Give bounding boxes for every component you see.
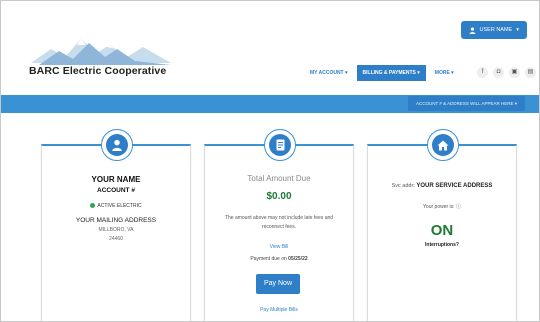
account-card-icon-circle [101, 129, 133, 161]
mailing-zip: 24460 [109, 236, 123, 242]
service-card: Svc addr: YOUR SERVICE ADDRESS Your powe… [367, 129, 517, 321]
nav-more[interactable]: MORE ▾ [432, 65, 457, 81]
nav-billing-label: BILLING & PAYMENTS [362, 70, 416, 76]
nav-my-account[interactable]: MY ACCOUNT ▾ [307, 65, 351, 81]
home-icon [437, 140, 449, 150]
status-dot-icon [90, 203, 96, 209]
service-address-value: YOUR SERVICE ADDRESS [416, 183, 493, 189]
main-nav: MY ACCOUNT ▾ BILLING & PAYMENTS ▾ MORE ▾ [307, 65, 457, 81]
power-status-label: Your power is: ⓘ [368, 203, 516, 210]
bill-icon [276, 139, 284, 151]
youtube-icon[interactable]: ▣ [509, 67, 520, 78]
service-address: Svc addr: YOUR SERVICE ADDRESS [368, 183, 516, 189]
amount-value: $0.00 [266, 191, 292, 202]
interruptions-link[interactable]: Interruptions? [368, 242, 516, 248]
account-selector[interactable]: ACCOUNT # & ADDRESS WILL APPEAR HERE ▾ [407, 96, 525, 111]
amount-due-card: Total Amount Due $0.00 The amount above … [204, 129, 354, 321]
site-header: BARC Electric Cooperative USER NAME ▾ MY… [1, 1, 539, 93]
facebook-icon[interactable]: f [477, 67, 488, 78]
service-card-icon-circle [427, 129, 459, 161]
user-menu-label: USER NAME [479, 27, 513, 33]
nav-billing-payments[interactable]: BILLING & PAYMENTS ▾ [356, 65, 426, 81]
nav-my-account-label: MY ACCOUNT [310, 70, 344, 76]
user-icon [112, 139, 122, 151]
user-menu-button[interactable]: USER NAME ▾ [460, 21, 527, 39]
amount-title: Total Amount Due [247, 174, 311, 183]
pay-now-button[interactable]: Pay Now [256, 274, 300, 294]
brand-name[interactable]: BARC Electric Cooperative [29, 65, 166, 77]
account-number: ACCOUNT # [97, 187, 135, 194]
status-label: ACTIVE ELECTRIC [97, 203, 142, 209]
mailing-city: MILLBORO, VA [98, 227, 134, 233]
account-card: YOUR NAME ACCOUNT # ACTIVE ELECTRIC YOUR… [41, 129, 191, 321]
amount-note: The amount above may not include late fe… [224, 215, 334, 230]
help-icon[interactable]: ⓘ [456, 204, 461, 210]
app-window: BARC Electric Cooperative USER NAME ▾ MY… [0, 0, 540, 322]
app-icon[interactable]: ▤ [525, 67, 536, 78]
status-badge: ACTIVE ELECTRIC [42, 203, 190, 209]
amount-card-icon-circle [264, 129, 296, 161]
customer-name: YOUR NAME [91, 175, 141, 184]
power-state: ON [430, 222, 454, 239]
service-address-label: Svc addr: [391, 183, 415, 189]
power-label: Your power is: [423, 204, 455, 210]
nav-more-label: MORE [434, 70, 450, 76]
view-bill-link[interactable]: View Bill [205, 244, 353, 250]
social-links: f ◘ ▣ ▤ [477, 67, 536, 78]
pay-multiple-bills-link[interactable]: Pay Multiple Bills [205, 307, 353, 313]
instagram-icon[interactable]: ◘ [493, 67, 504, 78]
payment-due: Payment due on 05/25/22 [205, 256, 353, 262]
chevron-down-icon: ▾ [516, 27, 519, 33]
mailing-address: YOUR MAILING ADDRESS [75, 217, 157, 224]
payment-due-date: 05/25/22 [288, 256, 308, 262]
payment-due-label: Payment due on [250, 256, 287, 262]
account-selector-label: ACCOUNT # & ADDRESS WILL APPEAR HERE [415, 101, 514, 106]
user-icon [469, 26, 475, 34]
